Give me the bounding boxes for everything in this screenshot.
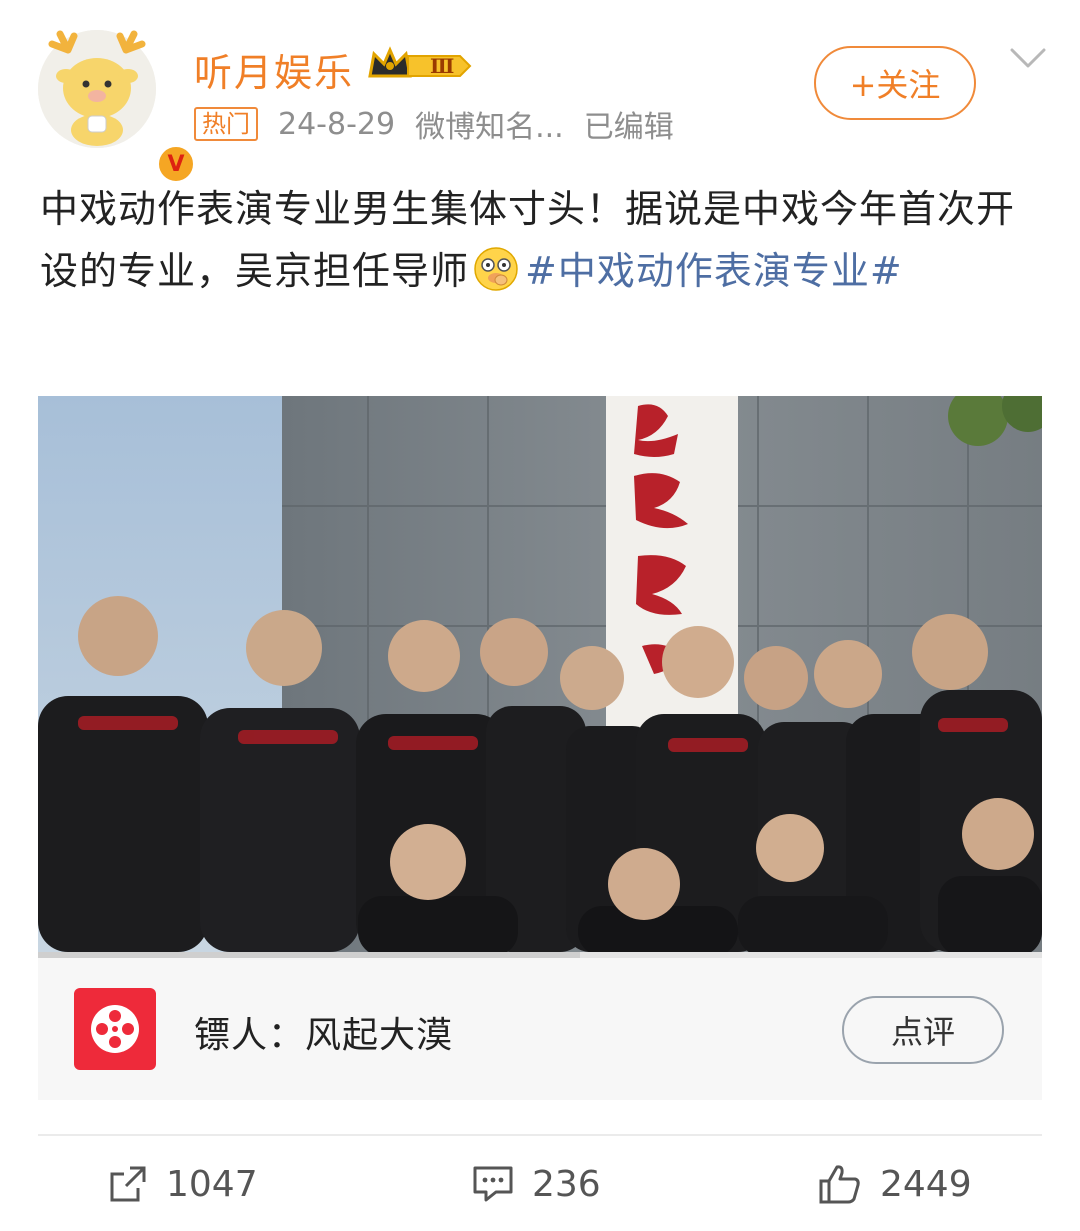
wink-emoji-icon: [474, 247, 518, 291]
avatar[interactable]: V: [38, 30, 196, 184]
movie-card[interactable]: 镖人：风起大漠 点评: [38, 958, 1042, 1100]
topic-link[interactable]: #中戏动作表演专业#: [525, 249, 903, 293]
deer-mascot-icon: [38, 30, 156, 148]
movie-title: 镖人：风起大漠: [194, 1015, 454, 1056]
like-count: 2449: [880, 1163, 972, 1205]
film-reel-icon: [74, 988, 156, 1070]
share-icon: [110, 1166, 146, 1202]
edited-label: 已编辑: [583, 110, 674, 145]
action-bar: 1047 236 2449: [0, 1150, 1080, 1218]
video-thumbnail: [38, 396, 1042, 952]
comment-icon: [473, 1166, 513, 1202]
post-date: 24-8-29: [278, 106, 396, 142]
comment-count: 236: [532, 1163, 601, 1205]
hot-tag: 热门: [194, 107, 258, 141]
repost-count: 1047: [166, 1163, 258, 1205]
like-button[interactable]: 2449: [818, 1158, 972, 1210]
follow-button[interactable]: +关注: [814, 46, 976, 120]
username[interactable]: 听月娱乐: [194, 42, 354, 97]
repost-button[interactable]: 1047: [108, 1158, 258, 1210]
vip-crown-badge[interactable]: Ⅲ: [368, 46, 472, 86]
level-label: Ⅲ: [430, 54, 454, 78]
review-button[interactable]: 点评: [842, 996, 1004, 1064]
crown-icon: Ⅲ: [368, 46, 472, 78]
post-meta: 热门 24-8-29 微博知名... 已编辑: [194, 102, 674, 146]
comment-button[interactable]: 236: [472, 1158, 601, 1210]
post-text: 中戏动作表演专业男生集体寸头！据说是中戏今年首次开设的专业，吴京担任导师 #中戏…: [40, 178, 1040, 302]
thumbs-up-icon: [819, 1165, 860, 1204]
divider: [38, 1134, 1042, 1136]
chevron-down-icon[interactable]: [1008, 44, 1048, 72]
post-header: V 听月娱乐 Ⅲ 热门 24-8-29 微博知名... 已编辑 +关注: [0, 0, 1080, 184]
post-video[interactable]: [38, 396, 1042, 952]
post-source[interactable]: 微博知名...: [415, 102, 564, 146]
